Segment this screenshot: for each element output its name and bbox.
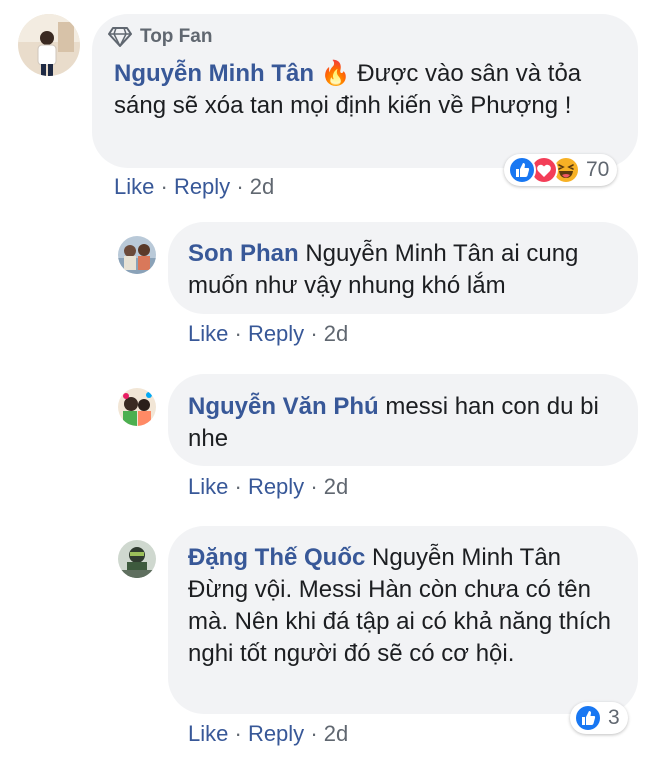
timestamp[interactable]: 2d	[324, 721, 348, 746]
reaction-count: 3	[608, 706, 620, 729]
like-link[interactable]: Like	[188, 474, 228, 499]
comment-author-link[interactable]: Nguyễn Văn Phú	[188, 393, 379, 420]
like-icon	[574, 704, 602, 732]
separator-dot: ·	[234, 474, 242, 499]
comment-author-link[interactable]: Đặng Thế Quốc	[188, 544, 365, 571]
comment-body-reply-3: Đặng Thế Quốc Nguyễn Minh Tân Đừng vội. …	[188, 542, 613, 670]
avatar-reply-2[interactable]	[118, 388, 156, 426]
comment-actions-reply-3: Like · Reply · 2d	[188, 721, 348, 747]
separator-dot: ·	[310, 721, 318, 746]
fire-emoji-icon: 🔥	[320, 60, 351, 87]
like-link[interactable]: Like	[188, 721, 228, 746]
comment-author-link[interactable]: Son Phan	[188, 240, 299, 267]
like-link[interactable]: Like	[114, 174, 154, 199]
timestamp[interactable]: 2d	[324, 321, 348, 346]
reply-link[interactable]: Reply	[248, 474, 304, 499]
reply-link[interactable]: Reply	[248, 721, 304, 746]
comment-actions-reply-2: Like · Reply · 2d	[188, 474, 348, 500]
separator-dot: ·	[234, 321, 242, 346]
comment-actions-top: Like · Reply · 2d	[114, 174, 274, 200]
separator-dot: ·	[310, 321, 318, 346]
reactions-summary-top[interactable]: 70	[504, 154, 618, 186]
badge-label: Top Fan	[140, 26, 213, 47]
reactions-summary-reply-3[interactable]: 3	[570, 702, 628, 734]
top-fan-badge: Top Fan	[108, 24, 212, 50]
comment-actions-reply-1: Like · Reply · 2d	[188, 321, 348, 347]
separator-dot: ·	[236, 174, 244, 199]
avatar-top-comment[interactable]	[18, 14, 80, 76]
separator-dot: ·	[310, 474, 318, 499]
reaction-count: 70	[586, 158, 610, 181]
comment-body-reply-1: Son Phan Nguyễn Minh Tân ai cung muốn nh…	[188, 238, 618, 302]
reply-link[interactable]: Reply	[248, 321, 304, 346]
timestamp[interactable]: 2d	[250, 174, 274, 199]
like-icon	[508, 156, 536, 184]
separator-dot: ·	[160, 174, 168, 199]
like-link[interactable]: Like	[188, 321, 228, 346]
separator-dot: ·	[234, 721, 242, 746]
diamond-icon	[108, 27, 132, 47]
comment-body-top: Nguyễn Minh Tân 🔥 Được vào sân và tỏa sá…	[114, 58, 594, 122]
avatar-reply-1[interactable]	[118, 236, 156, 274]
comment-body-reply-2: Nguyễn Văn Phú messi han con du bi nhe	[188, 391, 618, 455]
reply-link[interactable]: Reply	[174, 174, 230, 199]
avatar-reply-3[interactable]	[118, 540, 156, 578]
timestamp[interactable]: 2d	[324, 474, 348, 499]
comment-author-link[interactable]: Nguyễn Minh Tân	[114, 60, 314, 87]
